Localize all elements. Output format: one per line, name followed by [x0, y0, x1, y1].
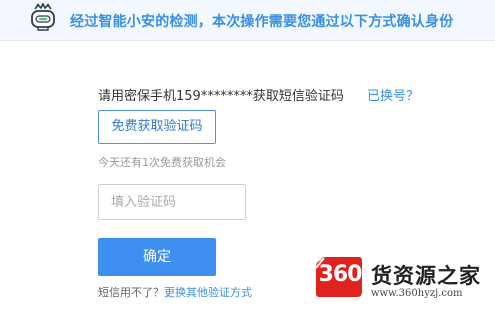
phone-prompt: 请用密保手机159********获取短信验证码 [98, 89, 344, 104]
sms-unavailable-text: 短信用不了？ [98, 286, 164, 299]
verification-code-input[interactable] [98, 184, 246, 220]
verification-page: 经过智能小安的检测，本次操作需要您通过以下方式确认身份 请用密保手机159***… [0, 0, 495, 330]
confirm-button[interactable]: 确定 [98, 238, 216, 276]
switch-method-link[interactable]: 更换其他验证方式 [164, 286, 252, 299]
watermark-url: www.360hyzj.com [371, 288, 463, 299]
remaining-attempts-text: 今天还有1次免费获取机会 [98, 156, 226, 169]
help-row: 短信用不了？更换其他验证方式 [98, 284, 252, 300]
robot-icon [31, 3, 55, 31]
watermark-name: 货资源之家 [371, 264, 481, 288]
get-code-button[interactable]: 免费获取验证码 [98, 110, 216, 144]
header-bar: 经过智能小安的检测，本次操作需要您通过以下方式确认身份 [0, 0, 495, 41]
watermark-logo: 360 货资源之家 www.360hyzj.com [307, 254, 493, 304]
changed-number-link[interactable]: 已换号？ [367, 85, 419, 104]
header-title: 经过智能小安的检测，本次操作需要您通过以下方式确认身份 [70, 14, 454, 30]
watermark-number: 360 [318, 262, 363, 287]
